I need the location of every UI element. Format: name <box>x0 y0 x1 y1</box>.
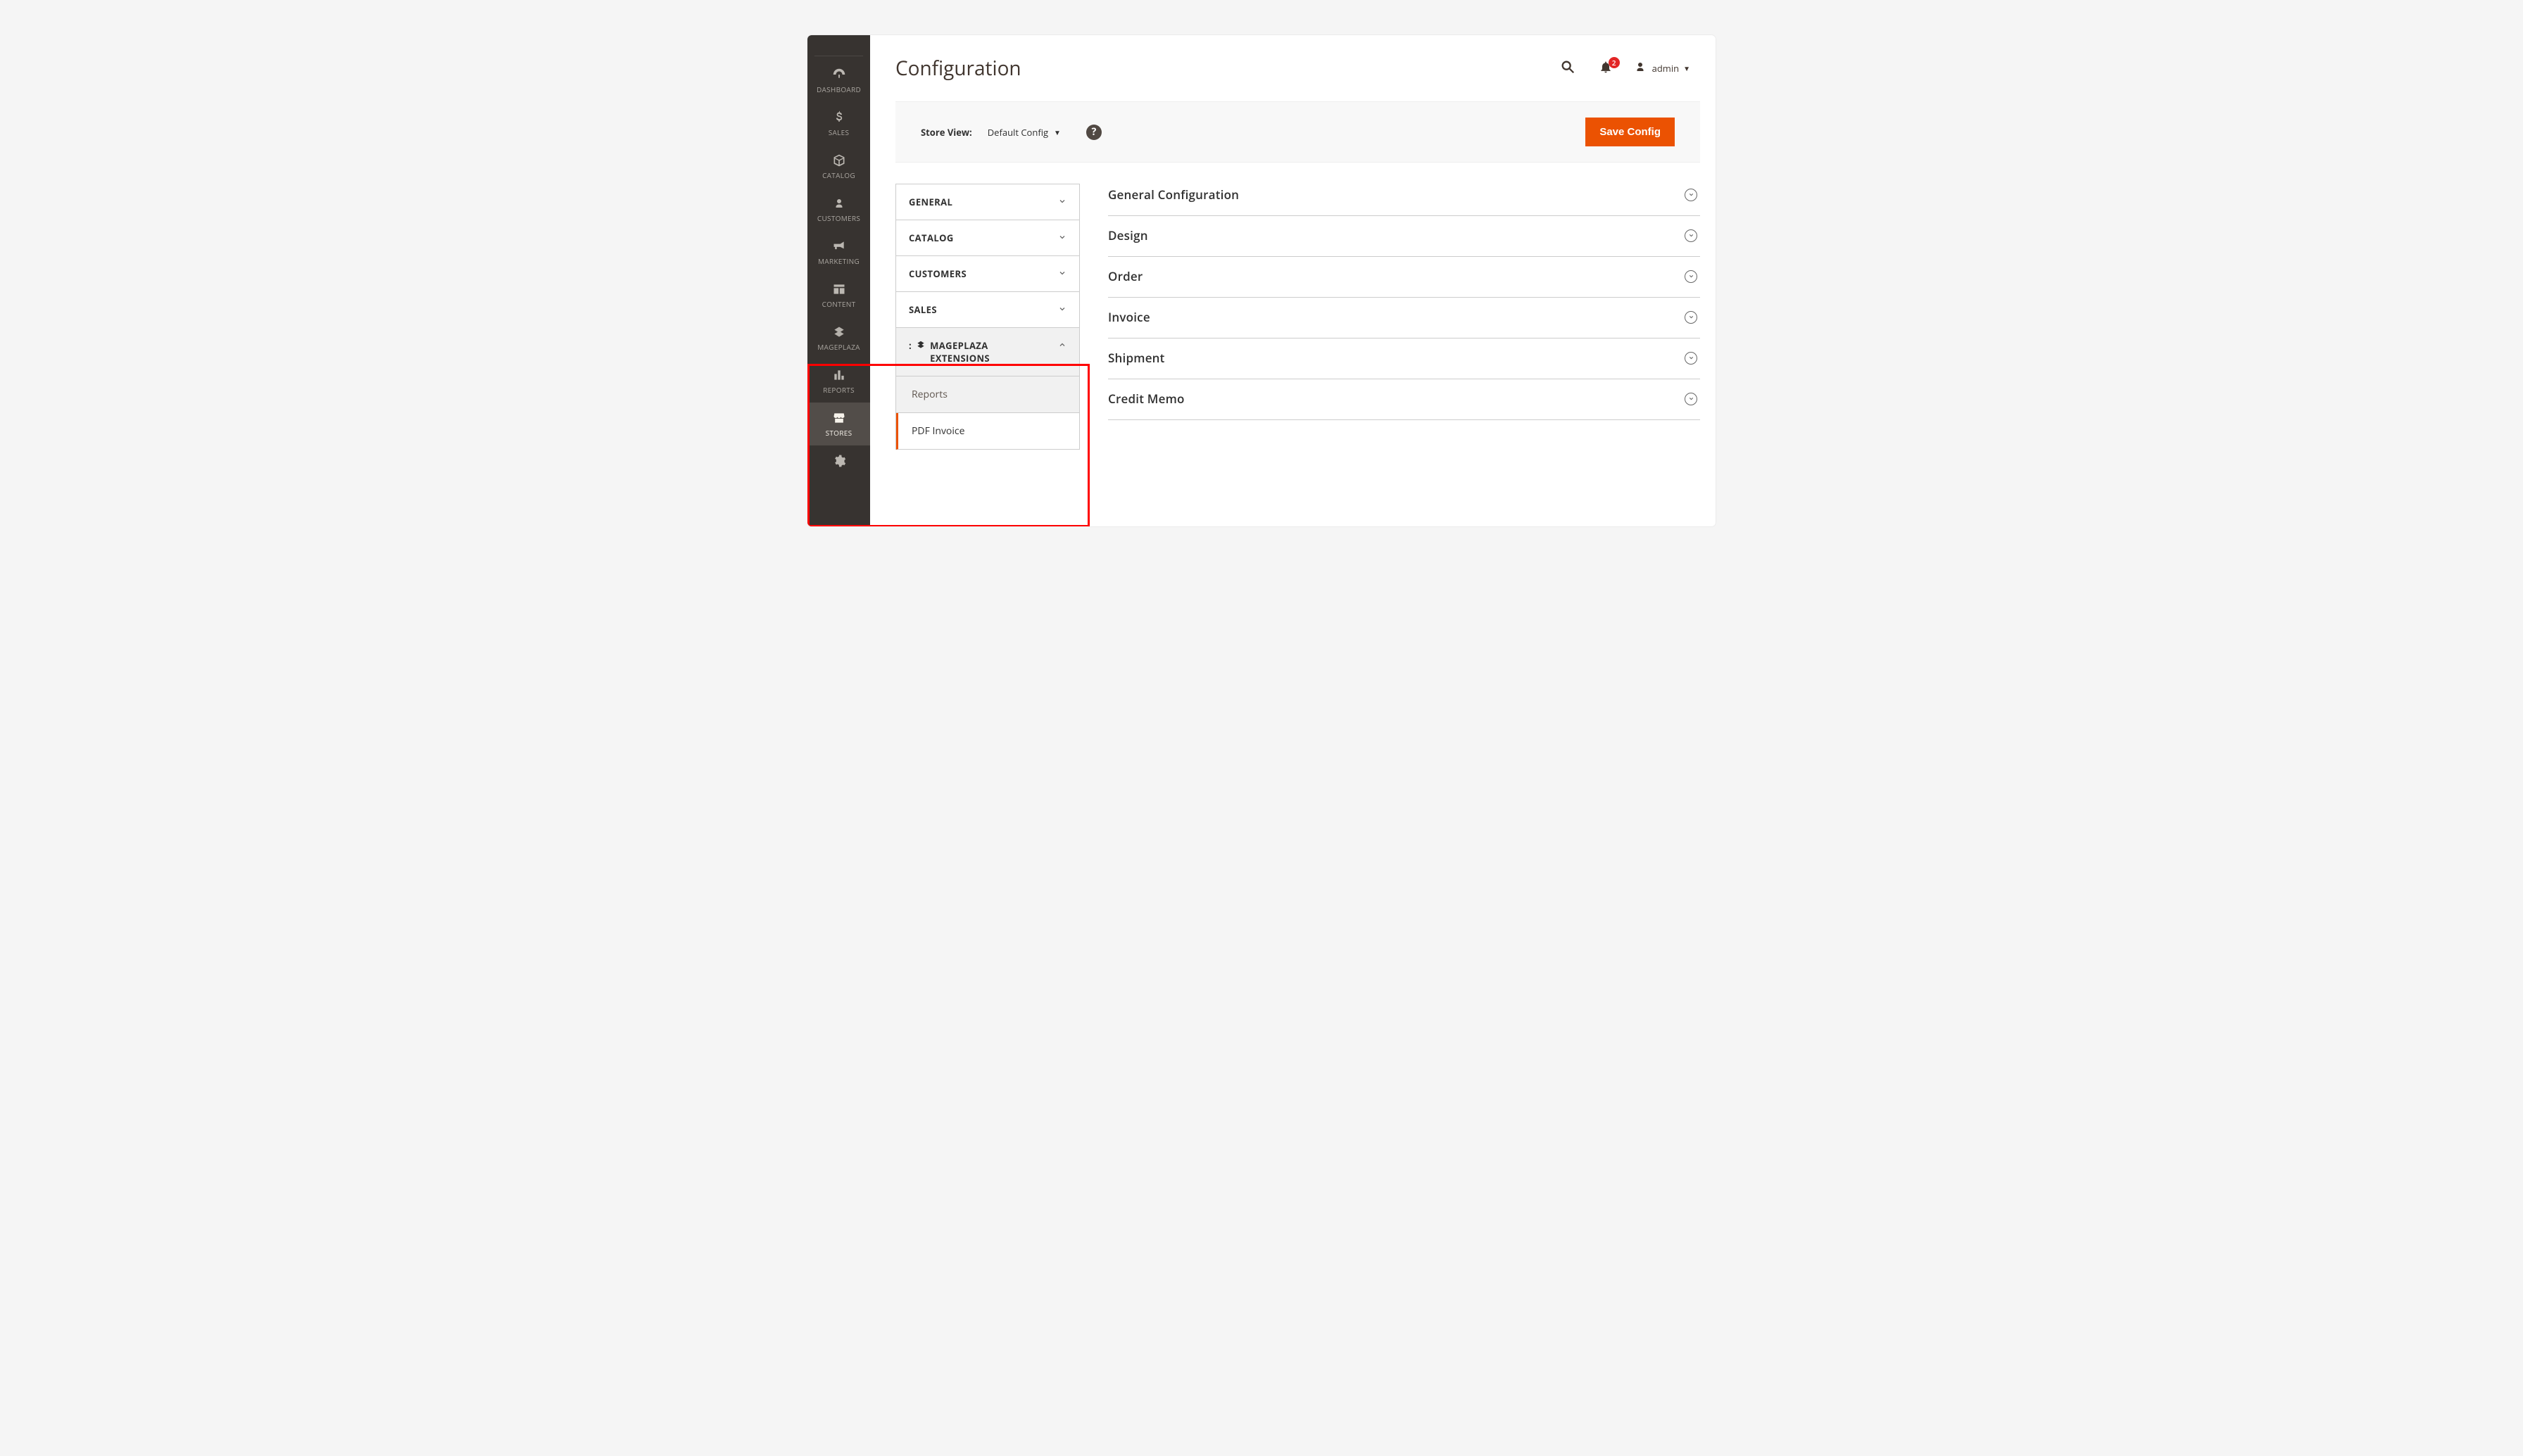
admin-sidebar: DASHBOARD SALES CATALOG CUSTOMERS MARKET <box>807 35 870 526</box>
notification-count-badge: 2 <box>1609 57 1620 68</box>
config-tab-mageplaza-extensions[interactable]: : MAGEPLAZA EXTENSIONS <box>896 328 1079 376</box>
config-subtab-pdf-invoice[interactable]: PDF Invoice <box>896 413 1079 450</box>
sidebar-item-sales[interactable]: SALES <box>807 102 870 145</box>
person-icon <box>833 195 845 212</box>
store-view-value: Default Config <box>988 126 1048 139</box>
sidebar-item-label: CUSTOMERS <box>817 215 860 222</box>
notifications-button[interactable]: 2 <box>1593 56 1618 81</box>
sidebar-item-mageplaza[interactable]: MAGEPLAZA <box>807 317 870 360</box>
sidebar-item-label: MAGEPLAZA <box>817 343 860 351</box>
sidebar-logo-divider <box>814 39 863 56</box>
gear-icon <box>832 452 846 469</box>
config-tabs-nav: GENERAL CATALOG CUSTOMERS SALES <box>895 184 1080 450</box>
expand-icon <box>1685 270 1697 283</box>
section-title: Design <box>1108 227 1148 243</box>
chevron-down-icon <box>1058 232 1067 244</box>
sidebar-item-marketing[interactable]: MARKETING <box>807 231 870 274</box>
config-tab-catalog[interactable]: CATALOG <box>896 220 1079 256</box>
box-icon <box>832 152 846 169</box>
page-title: Configuration <box>895 55 1542 82</box>
config-subtab-reports[interactable]: Reports <box>896 376 1079 413</box>
user-menu[interactable]: admin ▼ <box>1634 61 1690 76</box>
config-sections: General Configuration Design Order Invoi… <box>1108 184 1700 450</box>
config-tab-label: CUSTOMERS <box>909 267 967 280</box>
search-button[interactable] <box>1555 56 1580 81</box>
chevron-up-icon <box>1058 339 1067 352</box>
section-title: Order <box>1108 268 1143 284</box>
user-name: admin <box>1652 62 1679 75</box>
save-config-button[interactable]: Save Config <box>1585 118 1675 146</box>
config-tab-label: MAGEPLAZA EXTENSIONS <box>930 339 1036 365</box>
sidebar-item-dashboard[interactable]: DASHBOARD <box>807 59 870 102</box>
page-header: Configuration 2 admin ▼ <box>870 35 1716 101</box>
sidebar-item-content[interactable]: CONTENT <box>807 274 870 317</box>
section-invoice[interactable]: Invoice <box>1108 298 1700 338</box>
section-title: Credit Memo <box>1108 391 1185 407</box>
sidebar-item-customers[interactable]: CUSTOMERS <box>807 188 870 231</box>
config-tab-customers[interactable]: CUSTOMERS <box>896 256 1079 292</box>
megaphone-icon <box>832 238 846 255</box>
chevron-down-icon <box>1058 303 1067 316</box>
layout-icon <box>832 281 846 298</box>
config-subtab-label: PDF Invoice <box>912 424 964 438</box>
expand-icon <box>1685 229 1697 242</box>
section-shipment[interactable]: Shipment <box>1108 338 1700 379</box>
sidebar-item-label: STORES <box>826 429 852 437</box>
section-title: Invoice <box>1108 309 1150 325</box>
sidebar-item-stores[interactable]: STORES <box>807 403 870 445</box>
chevron-down-icon <box>1058 267 1067 280</box>
config-tab-sales[interactable]: SALES <box>896 292 1079 328</box>
expand-icon <box>1685 352 1697 365</box>
section-order[interactable]: Order <box>1108 257 1700 298</box>
section-general-configuration[interactable]: General Configuration <box>1108 184 1700 216</box>
content-columns: GENERAL CATALOG CUSTOMERS SALES <box>870 184 1716 450</box>
sidebar-item-label: MARKETING <box>818 258 860 265</box>
search-icon <box>1560 59 1575 77</box>
config-tab-general[interactable]: GENERAL <box>896 184 1079 220</box>
sidebar-item-label: DASHBOARD <box>817 86 861 94</box>
chevron-down-icon: ▼ <box>1683 63 1690 73</box>
sidebar-item-catalog[interactable]: CATALOG <box>807 145 870 188</box>
chevron-down-icon <box>1058 196 1067 208</box>
sidebar-item-system[interactable] <box>807 445 870 472</box>
section-credit-memo[interactable]: Credit Memo <box>1108 379 1700 420</box>
sidebar-item-reports[interactable]: REPORTS <box>807 360 870 403</box>
mageplaza-icon <box>832 324 846 341</box>
store-icon <box>832 410 846 426</box>
config-subtab-label: Reports <box>912 388 948 401</box>
sidebar-item-label: SALES <box>829 129 850 137</box>
chevron-down-icon: ▼ <box>1054 127 1061 137</box>
sidebar-item-label: CATALOG <box>822 172 855 179</box>
config-tab-label: SALES <box>909 303 937 316</box>
store-view-select[interactable]: Default Config ▼ <box>988 126 1061 139</box>
sidebar-item-label: REPORTS <box>823 386 855 394</box>
sidebar-item-label: CONTENT <box>822 300 856 308</box>
main-panel: Configuration 2 admin ▼ Sto <box>870 35 1716 526</box>
expand-icon <box>1685 189 1697 201</box>
section-design[interactable]: Design <box>1108 216 1700 257</box>
question-icon: ? <box>1092 125 1097 139</box>
config-tab-label: GENERAL <box>909 196 952 208</box>
store-view-label: Store View: <box>921 126 972 139</box>
dashboard-icon <box>831 66 847 83</box>
expand-icon <box>1685 393 1697 405</box>
help-tooltip-button[interactable]: ? <box>1086 125 1102 140</box>
expand-icon <box>1685 311 1697 324</box>
section-title: General Configuration <box>1108 186 1239 203</box>
store-scope-toolbar: Store View: Default Config ▼ ? Save Conf… <box>895 101 1700 163</box>
dollar-icon <box>832 109 846 126</box>
bar-chart-icon <box>832 367 846 384</box>
config-tab-label: CATALOG <box>909 232 954 244</box>
section-title: Shipment <box>1108 350 1165 366</box>
user-icon <box>1634 61 1647 76</box>
app-frame: DASHBOARD SALES CATALOG CUSTOMERS MARKET <box>807 35 1716 526</box>
